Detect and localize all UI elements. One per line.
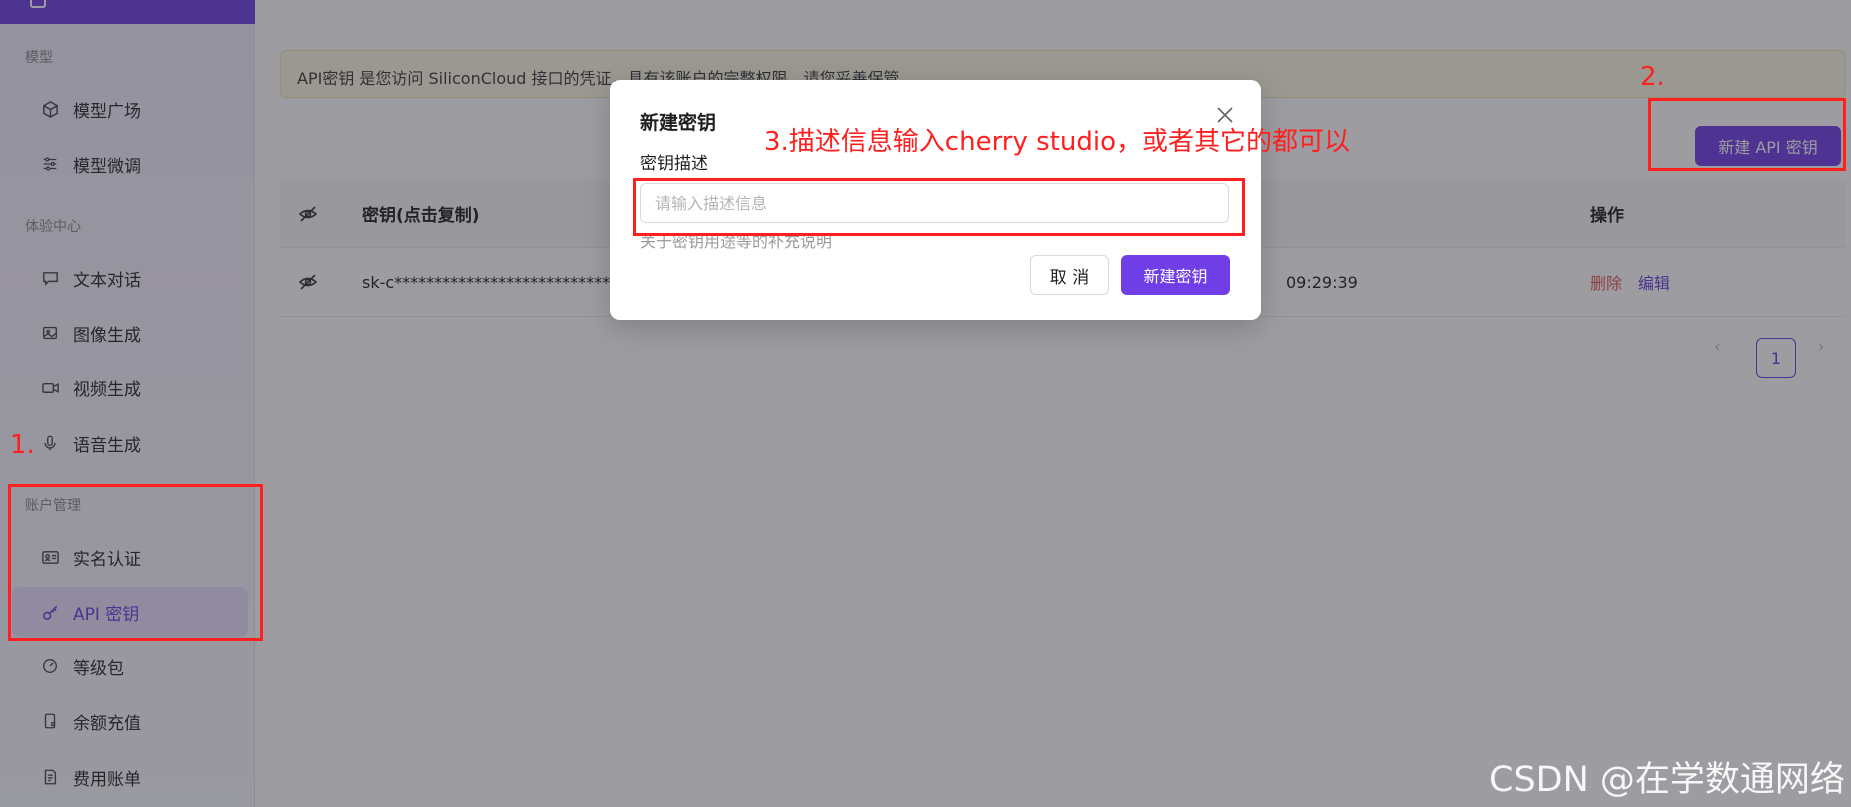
annotation-step-3: 3.描述信息输入cherry studio，或者其它的都可以 <box>764 127 1351 157</box>
annotation-box-input <box>633 178 1245 236</box>
cancel-button[interactable]: 取 消 <box>1030 255 1109 295</box>
annotation-step-1: 1. <box>10 430 35 460</box>
dialog-title: 新建密钥 <box>640 112 717 134</box>
watermark: CSDN @在学数通网络 <box>1489 760 1845 800</box>
confirm-create-button[interactable]: 新建密钥 <box>1121 255 1230 295</box>
annotation-box-create-button <box>1648 98 1846 171</box>
annotation-step-2: 2. <box>1640 62 1665 92</box>
annotation-box-sidebar <box>8 484 263 641</box>
description-label: 密钥描述 <box>640 154 708 174</box>
